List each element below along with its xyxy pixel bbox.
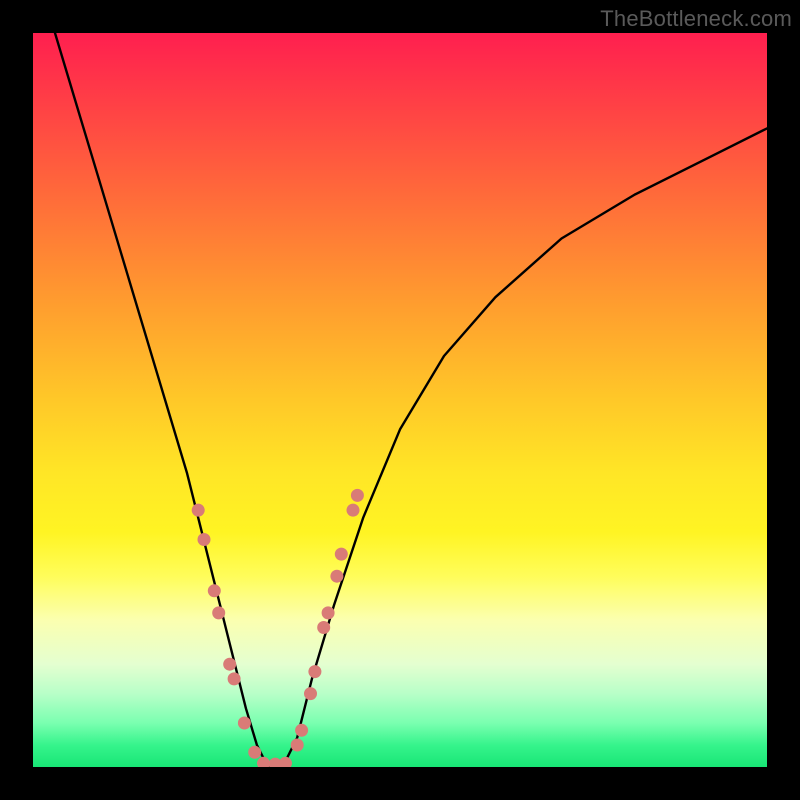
marker-dot	[279, 757, 292, 767]
curve-path	[55, 33, 767, 767]
marker-dot	[291, 739, 304, 752]
marker-dot	[257, 757, 270, 767]
marker-dot	[317, 621, 330, 634]
marker-dot	[351, 489, 364, 502]
marker-dot	[223, 658, 236, 671]
watermark-text: TheBottleneck.com	[600, 6, 792, 32]
marker-dot	[248, 746, 261, 759]
plot-area	[33, 33, 767, 767]
marker-dot	[335, 548, 348, 561]
marker-dot	[330, 570, 343, 583]
bottleneck-curve	[55, 33, 767, 767]
marker-dot	[322, 606, 335, 619]
marker-dot	[308, 665, 321, 678]
marker-dot	[208, 584, 221, 597]
marker-dot	[238, 717, 251, 730]
marker-dot	[228, 672, 241, 685]
marker-dot	[304, 687, 317, 700]
chart-frame: TheBottleneck.com	[0, 0, 800, 800]
marker-dot	[192, 504, 205, 517]
marker-dot	[347, 504, 360, 517]
marker-dot	[295, 724, 308, 737]
chart-svg	[33, 33, 767, 767]
curve-markers	[192, 489, 364, 767]
marker-dot	[212, 606, 225, 619]
marker-dot	[198, 533, 211, 546]
